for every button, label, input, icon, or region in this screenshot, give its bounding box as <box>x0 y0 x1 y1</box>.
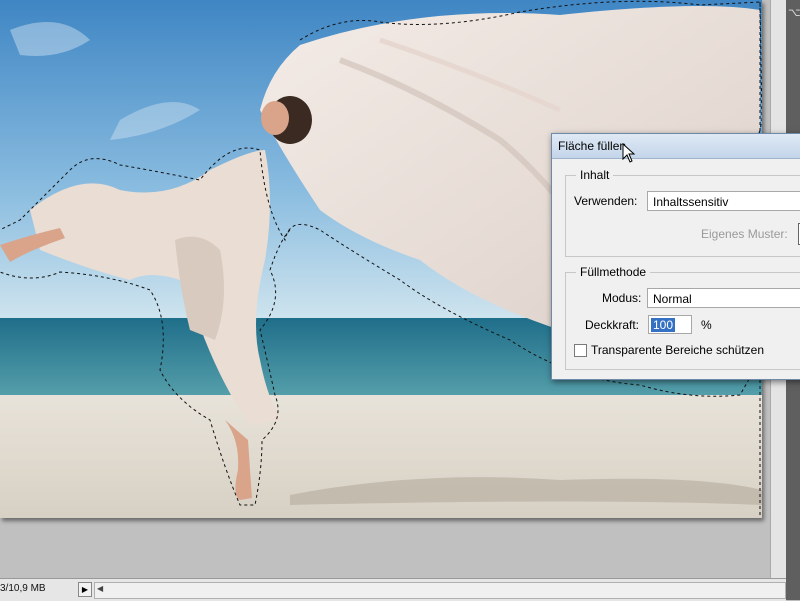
contents-group: Inhalt Verwenden: Inhaltssensitiv Eigene… <box>565 168 800 257</box>
dialog-title: Fläche füllen <box>558 139 627 153</box>
mouse-pointer-icon <box>622 143 636 163</box>
dialog-titlebar[interactable]: Fläche füllen <box>552 134 800 159</box>
opacity-value: 100 <box>651 318 676 332</box>
use-label: Verwenden: <box>574 194 638 208</box>
scroll-left-arrow-icon[interactable]: ◀ <box>97 584 103 593</box>
custom-pattern-label: Eigenes Muster: <box>701 227 788 241</box>
blending-legend: Füllmethode <box>576 265 651 279</box>
preserve-transparency-label[interactable]: Transparente Bereiche schützen <box>591 343 764 357</box>
status-bar: 3/10,9 MB ▶ ◀ <box>0 578 786 601</box>
use-select[interactable]: Inhaltssensitiv <box>647 191 800 211</box>
document-size: 3/10,9 MB <box>0 583 46 594</box>
status-menu-arrow-icon[interactable]: ▶ <box>78 582 92 597</box>
contents-legend: Inhalt <box>576 168 614 182</box>
opacity-input[interactable]: 100 <box>648 315 692 334</box>
tool-icon[interactable]: ⌥ <box>788 6 800 20</box>
preserve-transparency-checkbox[interactable] <box>574 344 587 357</box>
blending-group: Füllmethode Modus: Normal Deckkraft: 100… <box>565 265 800 370</box>
mode-label: Modus: <box>602 291 642 305</box>
mode-select[interactable]: Normal <box>647 288 800 308</box>
fill-dialog: Fläche füllen Inhalt Verwenden: Inhaltss… <box>551 133 800 380</box>
opacity-unit: % <box>701 318 712 332</box>
horizontal-scrollbar[interactable]: ◀ <box>94 582 786 599</box>
opacity-label: Deckkraft: <box>585 318 640 332</box>
